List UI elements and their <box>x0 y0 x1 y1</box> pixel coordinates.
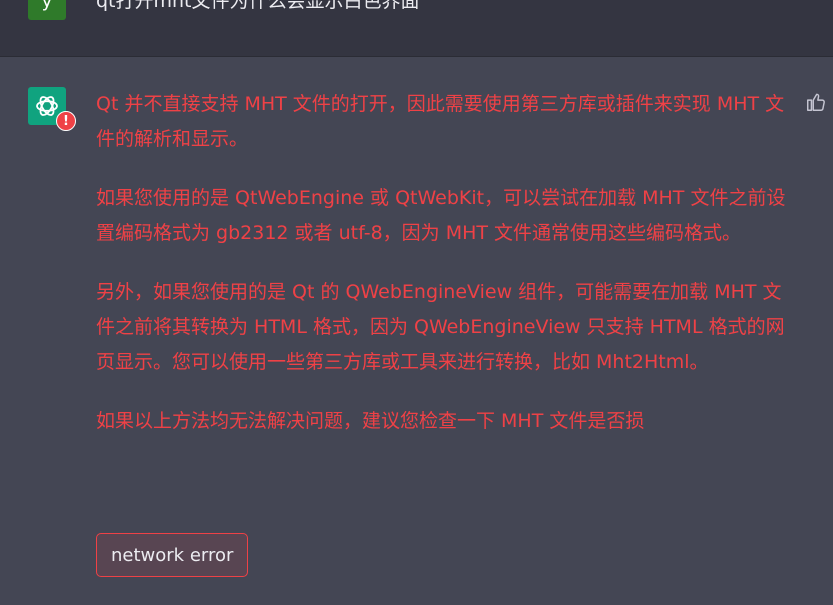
user-avatar: y <box>28 0 66 20</box>
thumbs-up-icon[interactable] <box>805 91 827 113</box>
error-badge-icon: ! <box>56 111 76 131</box>
assistant-paragraph-1: Qt 并不直接支持 MHT 文件的打开，因此需要使用第三方库或插件来实现 MHT… <box>96 93 785 150</box>
user-message-text: qt打开mht文件为什么会显示白色界面 <box>96 0 420 12</box>
thumbs-up-svg <box>807 93 825 111</box>
assistant-message-row: ! Qt 并不直接支持 MHT 文件的打开，因此需要使用第三方库或插件来实现 M… <box>0 57 833 605</box>
assistant-paragraph-3: 另外，如果您使用的是 Qt 的 QWebEngineView 组件，可能需要在加… <box>96 281 785 373</box>
openai-logo-svg <box>36 96 58 116</box>
assistant-paragraph-2: 如果您使用的是 QtWebEngine 或 QtWebKit，可以尝试在加载 M… <box>96 187 786 244</box>
user-avatar-letter: y <box>41 0 53 12</box>
network-error-label: network error <box>111 544 234 566</box>
network-error-button[interactable]: network error <box>96 533 249 577</box>
assistant-message: Qt 并不直接支持 MHT 文件的打开，因此需要使用第三方库或插件来实现 MHT… <box>96 87 796 463</box>
assistant-paragraph-4: 如果以上方法均无法解决问题，建议您检查一下 MHT 文件是否损 <box>96 410 645 432</box>
user-message-row: y qt打开mht文件为什么会显示白色界面 <box>0 0 833 57</box>
